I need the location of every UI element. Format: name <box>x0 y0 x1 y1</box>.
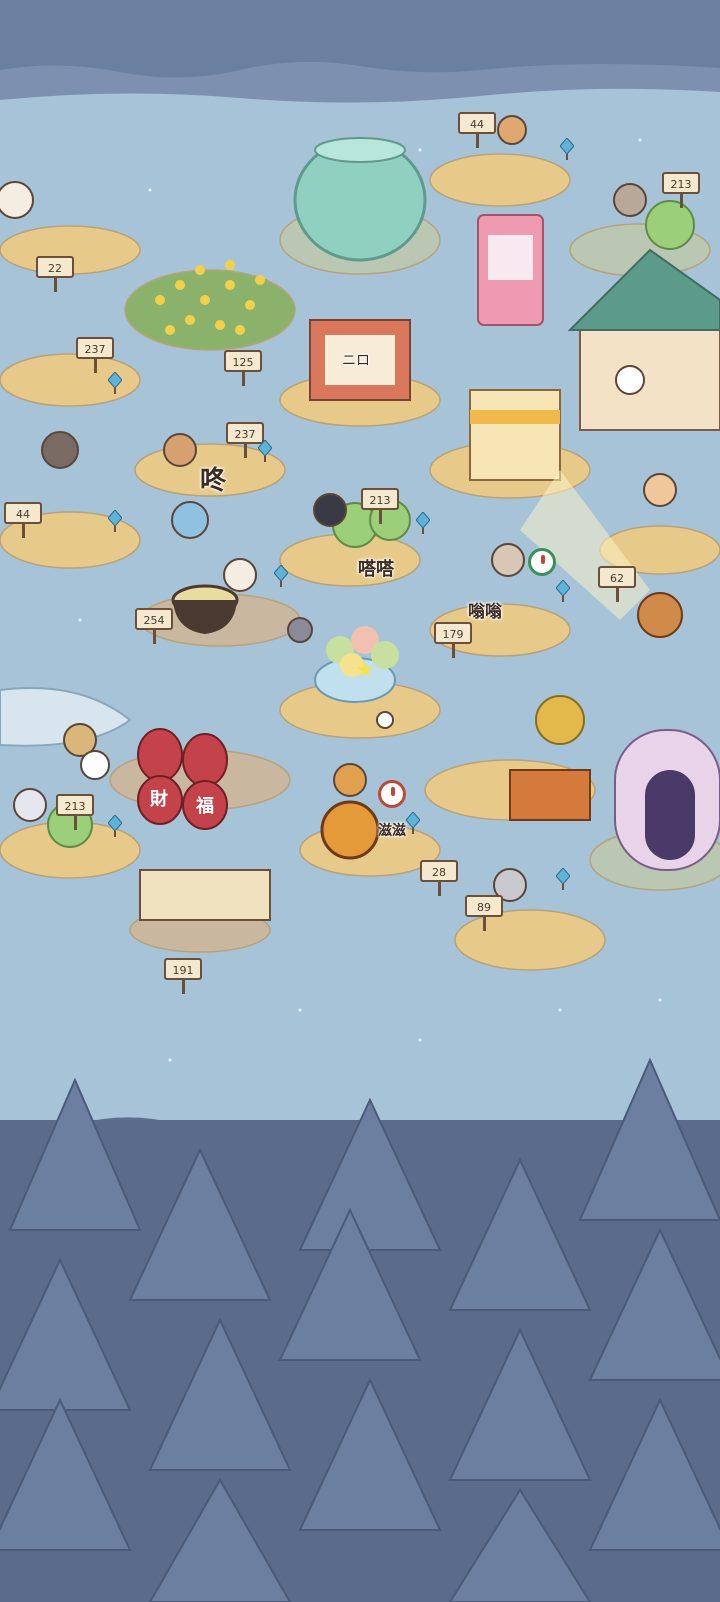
plot-sign[interactable]: 89 <box>465 895 503 931</box>
plot-sign[interactable]: 44 <box>458 112 496 148</box>
plot-sign[interactable]: 28 <box>420 860 458 896</box>
timer-icon[interactable] <box>528 548 556 576</box>
plot-sign[interactable]: 213 <box>662 172 700 208</box>
hammock <box>139 869 271 921</box>
bulletin-text: ニロ <box>342 353 370 369</box>
plot-sign[interactable]: 237 <box>76 337 114 373</box>
plot-sign[interactable]: 125 <box>224 350 262 386</box>
plot-sign[interactable]: 62 <box>598 566 636 602</box>
island-scene <box>0 0 720 1602</box>
fish-post-icon[interactable] <box>406 812 420 834</box>
sound-sizzle: 滋滋 <box>378 823 406 839</box>
fish-post-icon[interactable] <box>108 372 122 394</box>
plot-sign[interactable]: 179 <box>434 622 472 658</box>
fish-post-icon[interactable] <box>108 815 122 837</box>
game-screen: 44 213 22 237 125 237 44 213 62 254 179 … <box>0 0 720 1602</box>
plot-sign[interactable]: 44 <box>4 502 42 538</box>
plot-sign[interactable]: 22 <box>36 256 74 292</box>
sound-crunch: 嗒嗒 <box>358 559 394 580</box>
fish-post-icon[interactable] <box>556 868 570 890</box>
food-stall <box>469 389 561 481</box>
plot-sign[interactable]: 254 <box>135 608 173 644</box>
sound-slurp: 嗡嗡 <box>468 602 502 622</box>
plot-sign[interactable]: 191 <box>164 958 202 994</box>
star-icon: ★ <box>355 658 375 683</box>
fishbowl <box>293 137 427 262</box>
fish-post-icon[interactable] <box>274 565 288 587</box>
plot-sign[interactable]: 213 <box>361 488 399 524</box>
campfire <box>320 800 380 860</box>
jar-label: 福 <box>196 796 214 817</box>
fish-post-icon[interactable] <box>108 510 122 532</box>
sound-dong: 咚 <box>200 466 227 496</box>
timer-icon[interactable] <box>378 780 406 808</box>
fish-post-icon[interactable] <box>560 138 574 160</box>
claw-machine <box>477 214 544 326</box>
fish-post-icon[interactable] <box>258 440 272 462</box>
jar-label: 財 <box>150 789 168 810</box>
fish-post-icon[interactable] <box>556 580 570 602</box>
fish-post-icon[interactable] <box>416 512 430 534</box>
plot-sign[interactable]: 213 <box>56 794 94 830</box>
